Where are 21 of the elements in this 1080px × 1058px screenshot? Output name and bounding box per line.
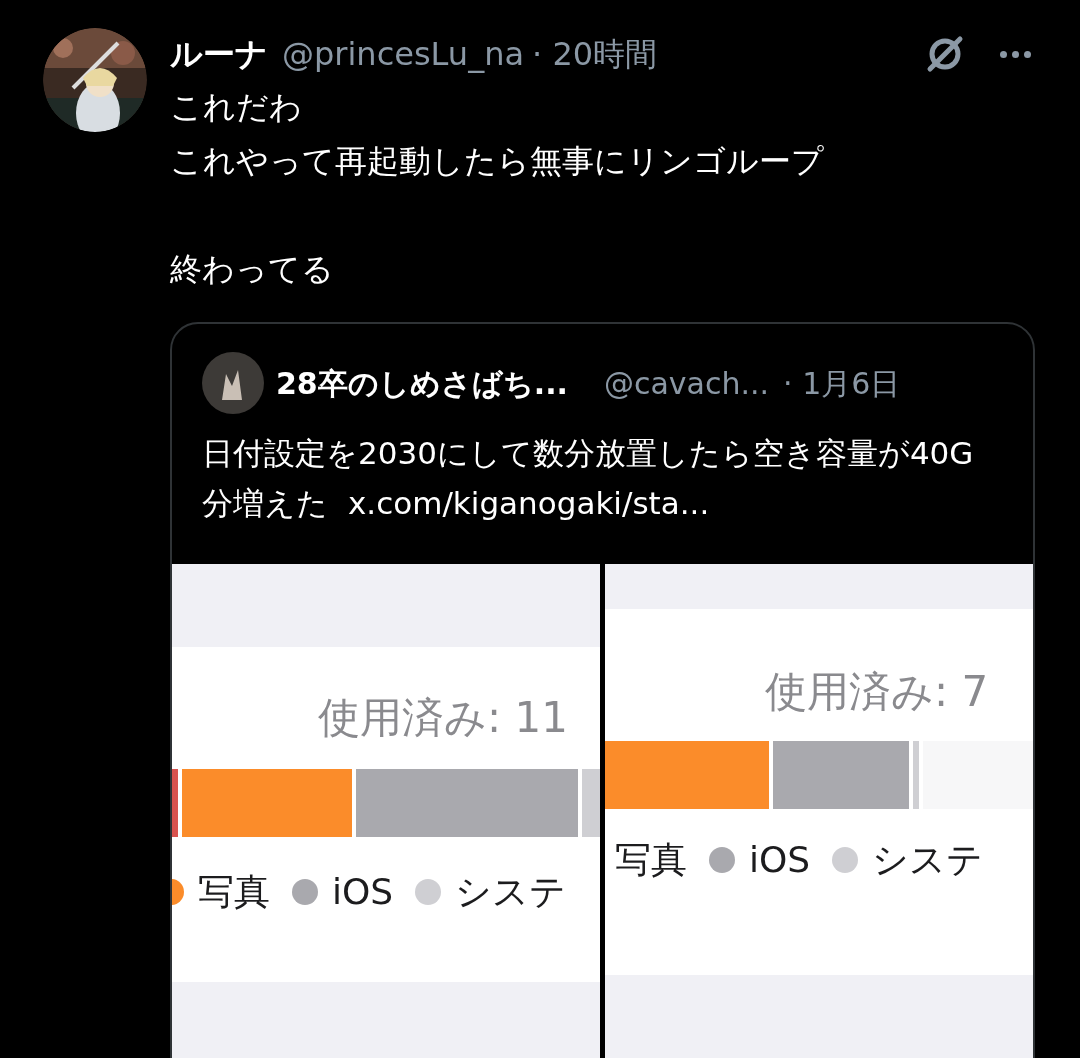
post-text: 終わってる (170, 249, 335, 290)
legend-label: システ (872, 838, 984, 882)
quote-author-handle: @cavach... (603, 364, 770, 403)
legend-label: iOS (332, 870, 394, 914)
legend-label: 写真 (198, 870, 270, 914)
post-text: これやって再起動したら無事にリンゴループ (170, 141, 825, 182)
storage-used-text: 使用済み: 7 (765, 667, 989, 716)
storage-used-text: 使用済み: 11 (318, 693, 568, 742)
author-name[interactable]: ルーナ (170, 30, 268, 78)
quote-time: · 1月6日 (783, 364, 901, 403)
quoted-post[interactable]: 28卒のしめさばち... @cavach... · 1月6日 日付設定を2030にして数分放置したら空き容量が40G分増えた x.com/kiganogaki/sta... 使用済み: 11 写真 iOS システ 使用済み: 7 写真 iOS システ (170, 322, 1035, 1058)
legend-label: 写真 (615, 838, 687, 882)
post-text: これだわ (170, 87, 303, 128)
quote-author-name: 28卒のしめさばち... (276, 364, 568, 403)
link[interactable]: x.com/kiganogaki/sta... (348, 485, 710, 521)
post-time: · 20時間 (532, 34, 658, 75)
legend-label: iOS (749, 838, 811, 882)
quote-text: 日付設定を2030にして数分放置したら空き容量が40G分増えた x.com/kiganogaki/sta... (202, 434, 975, 523)
quote-avatar-icon (202, 352, 264, 414)
author-handle[interactable]: @princesLu_na (282, 30, 525, 78)
legend-label: システ (455, 870, 567, 914)
